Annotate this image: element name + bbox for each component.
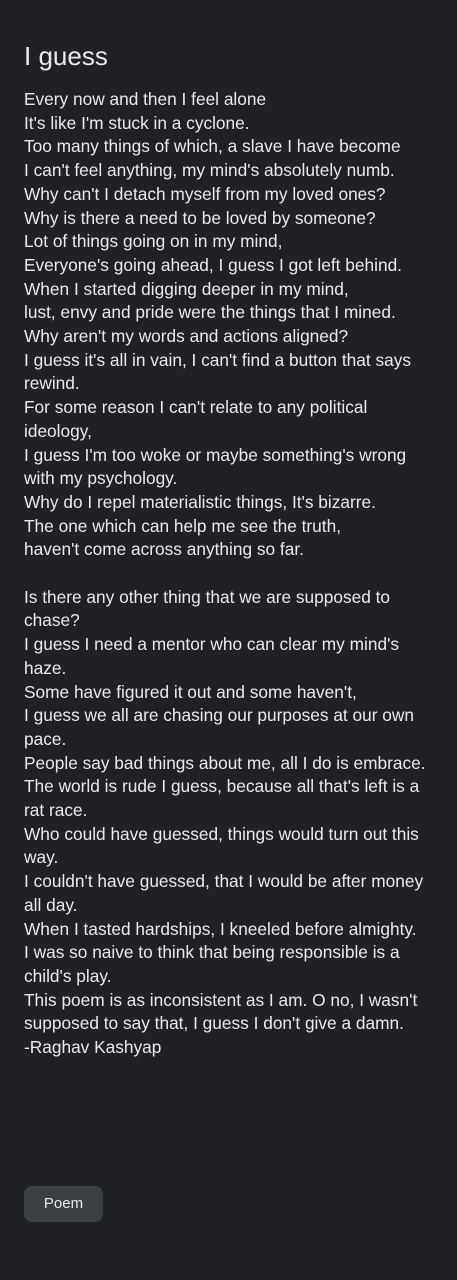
note-line: Lot of things going on in my mind, xyxy=(24,231,283,252)
note-line: Why is there a need to be loved by someo… xyxy=(24,207,376,228)
note-body[interactable]: Every now and then I feel alone It's lik… xyxy=(24,88,440,1060)
note-line: I can't feel anything, my mind's absolut… xyxy=(24,160,395,181)
note-line: Is there any other thing that we are sup… xyxy=(24,586,391,631)
note-title[interactable]: I guess xyxy=(24,38,440,74)
note-line: Why aren't my words and actions aligned? xyxy=(24,326,349,347)
note-line: lust, envy and pride were the things tha… xyxy=(24,302,396,323)
note-line: For some reason I can't relate to any po… xyxy=(24,397,368,441)
note-line: Everyone's going ahead, I guess I got le… xyxy=(24,254,402,275)
note-line: I guess it's all in vain, I can't find a… xyxy=(24,349,411,394)
note-line: Why can't I detach myself from my loved … xyxy=(24,183,386,204)
note-line: Who could have guessed, things would tur… xyxy=(24,823,419,868)
note-line: I guess we all are chasing our purposes … xyxy=(24,705,415,749)
note-line: The one which can help me see the truth, xyxy=(24,515,342,536)
note-line: When I started digging deeper in my mind… xyxy=(24,278,349,299)
note-line: Every now and then I feel alone xyxy=(24,89,267,109)
note-line: It's like I'm stuck in a cyclone. xyxy=(24,112,250,133)
note-line: I guess I need a mentor who can clear my… xyxy=(24,634,400,678)
note-card[interactable]: I guess Every now and then I feel alone … xyxy=(24,38,440,1060)
note-signature: -Raghav Kashyap xyxy=(24,1037,162,1058)
note-line: People say bad things about me, all I do… xyxy=(24,752,426,773)
note-line: I guess I'm too woke or maybe something'… xyxy=(24,444,407,489)
note-line: Why do I repel materialistic things, It'… xyxy=(24,491,376,512)
note-line: I was so naive to think that being respo… xyxy=(24,942,400,986)
label-chip-poem[interactable]: Poem xyxy=(24,1186,103,1222)
note-line: haven't come across anything so far. xyxy=(24,539,304,560)
note-line: This poem is as inconsistent as I am. O … xyxy=(24,989,418,1034)
note-line: Some have figured it out and some haven'… xyxy=(24,681,357,702)
note-line: The world is rude I guess, because all t… xyxy=(24,776,420,821)
note-line: When I tasted hardships, I kneeled befor… xyxy=(24,918,417,939)
note-line: Too many things of which, a slave I have… xyxy=(24,136,401,157)
note-line: I couldn't have guessed, that I would be… xyxy=(24,871,424,915)
